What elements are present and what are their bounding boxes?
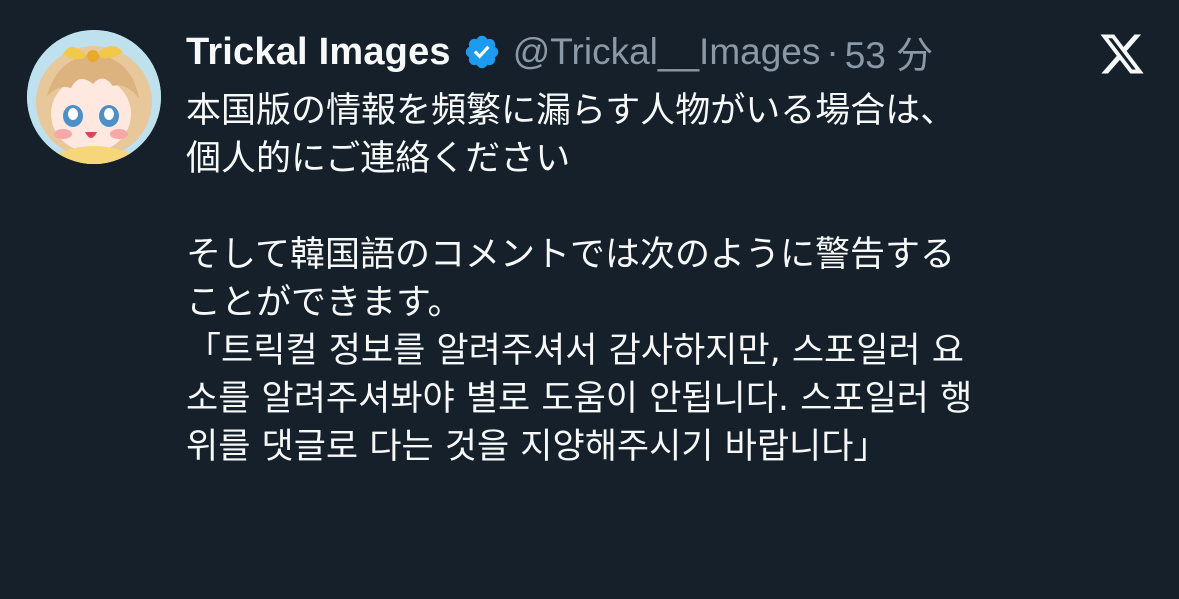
timestamp[interactable]: 53 分: [845, 25, 933, 79]
avatar[interactable]: [27, 30, 161, 164]
user-handle[interactable]: @Trickal__Images: [513, 31, 821, 73]
verified-badge-icon: [463, 33, 501, 71]
display-name[interactable]: Trickal Images: [186, 31, 451, 74]
tweet-text-line: 소를 알려주셔봐야 별로 도움이 안됩니다. 스포일러 행: [186, 379, 973, 419]
avatar-illustration: [27, 30, 161, 164]
tweet-text: 本国版の情報を頻繁に漏らす人物がいる場合は、 個人的にご連絡ください そして韓国…: [186, 87, 1146, 471]
tweet-text-line: ことができます。: [186, 283, 463, 323]
tweet-text-line: 위를 댓글로 다는 것을 지양해주시기 바랍니다」: [186, 427, 889, 467]
tweet-text-line: 個人的にご連絡ください: [186, 139, 571, 179]
tweet-text-line: 本国版の情報を頻繁に漏らす人物がいる場合は、: [186, 91, 956, 131]
x-logo-icon[interactable]: [1098, 30, 1146, 78]
tweet-card: Trickal Images @Trickal__Images · 53 分 本…: [0, 0, 1179, 599]
separator-dot: ·: [826, 31, 839, 72]
tweet-text-line: 「트릭컬 정보를 알려주셔서 감사하지만, 스포일러 요: [186, 331, 964, 371]
tweet-header: Trickal Images @Trickal__Images · 53 分: [186, 25, 933, 79]
tweet-text-line: そして韓国語のコメントでは次のように警告する: [186, 235, 955, 275]
